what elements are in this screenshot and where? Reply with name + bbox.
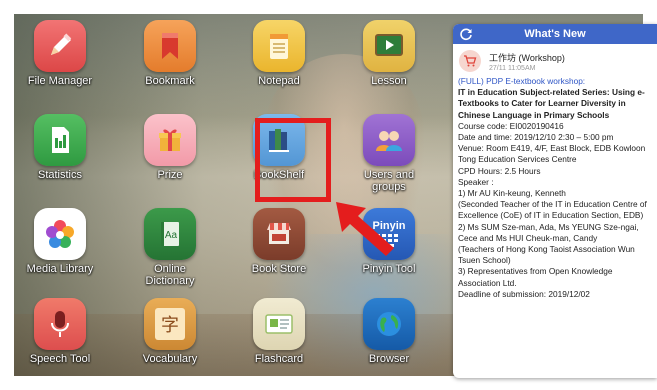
app-label: Bookmark <box>145 75 195 87</box>
globe-icon <box>363 298 415 350</box>
app-label: Browser <box>368 353 410 365</box>
vocab-char: 字 <box>155 308 185 340</box>
app-label: Online Dictionary <box>145 263 195 287</box>
message-body: (FULL) PDP E-textbook workshop: IT in Edu… <box>453 76 657 300</box>
whats-new-panel: What's New 工作坊 (Workshop) 27/11 11:05AM … <box>453 24 657 378</box>
highlight-box <box>255 118 331 202</box>
message-line: (FULL) PDP E-textbook workshop: <box>458 76 586 86</box>
message-line: (Seconded Teacher of the IT in Education… <box>458 199 647 221</box>
notepad-icon <box>253 20 305 72</box>
message-header[interactable]: 工作坊 (Workshop) 27/11 11:05AM <box>453 44 657 76</box>
app-bookmark[interactable]: Bookmark <box>131 20 209 87</box>
app-users-and-groups[interactable]: Users and groups <box>350 114 428 193</box>
app-label: Prize <box>157 169 183 181</box>
app-label: Vocabulary <box>142 353 198 365</box>
dictionary-icon: Aa <box>144 208 196 260</box>
store-icon <box>253 208 305 260</box>
bookmark-icon <box>144 20 196 72</box>
app-statistics[interactable]: Statistics <box>21 114 99 181</box>
app-book-store[interactable]: Book Store <box>240 208 318 275</box>
flashcard-icon <box>253 298 305 350</box>
message-line: IT in Education Subject-related Series: … <box>458 87 645 120</box>
character-card-icon: 字 <box>144 298 196 350</box>
pencil-icon <box>34 20 86 72</box>
gift-icon <box>144 114 196 166</box>
app-lesson[interactable]: Lesson <box>350 20 428 87</box>
app-label: File Manager <box>27 75 93 87</box>
flower-icon <box>34 208 86 260</box>
app-file-manager[interactable]: File Manager <box>21 20 99 87</box>
app-media-library[interactable]: Media Library <box>21 208 99 275</box>
app-label: Lesson <box>371 75 407 87</box>
message-line: (Teachers of Hong Kong Taoist Associatio… <box>458 244 635 266</box>
message-line: Venue: Room E419, 4/F, East Block, EDB K… <box>458 143 646 165</box>
app-online-dictionary[interactable]: Aa Online Dictionary <box>131 208 209 287</box>
message-line: Date and time: 2019/12/10 2:30 – 5:00 pm <box>458 132 614 143</box>
message-line: CPD Hours: 2.5 Hours <box>458 165 541 176</box>
app-label: Pinyin Tool <box>362 263 416 275</box>
app-label: Flashcard <box>254 353 304 365</box>
app-notepad[interactable]: Notepad <box>240 20 318 87</box>
svg-text:Aa: Aa <box>165 230 178 241</box>
message-line: 3) Representatives from Open Knowledge A… <box>458 266 613 288</box>
app-label: Statistics <box>37 169 82 181</box>
message-time: 27/11 11:05AM <box>489 64 536 72</box>
pointer-arrow <box>336 202 394 256</box>
screenshot-frame: File Manager Bookmark Notepad Lesson Sta… <box>0 0 657 390</box>
app-vocabulary[interactable]: 字 Vocabulary <box>131 298 209 365</box>
app-flashcard[interactable]: Flashcard <box>240 298 318 365</box>
message-line: 2) Ms SUM Sze-man, Ada, Ms YEUNG Sze-nga… <box>458 221 639 243</box>
app-browser[interactable]: Browser <box>350 298 428 365</box>
message-line: 1) Mr AU Kin-keung, Kenneth <box>458 188 566 199</box>
app-label: Media Library <box>26 263 94 275</box>
refresh-icon[interactable] <box>459 27 473 41</box>
panel-title: What's New <box>524 28 586 40</box>
app-label: Users and groups <box>363 169 415 193</box>
spreadsheet-icon <box>34 114 86 166</box>
app-label: Speech Tool <box>29 353 91 365</box>
app-prize[interactable]: Prize <box>131 114 209 181</box>
app-label: Book Store <box>251 263 307 275</box>
message-line: Course code: EI0020190416 <box>458 120 564 131</box>
users-icon <box>363 114 415 166</box>
message-line: Speaker : <box>458 176 494 187</box>
video-board-icon <box>363 20 415 72</box>
microphone-icon <box>34 298 86 350</box>
cart-icon <box>459 50 481 72</box>
app-label: Notepad <box>258 75 300 87</box>
message-line: Deadline of submission: 2019/12/02 <box>458 288 590 299</box>
app-speech-tool[interactable]: Speech Tool <box>21 298 99 365</box>
message-title: 工作坊 (Workshop) <box>489 52 565 63</box>
panel-header: What's New <box>453 24 657 44</box>
